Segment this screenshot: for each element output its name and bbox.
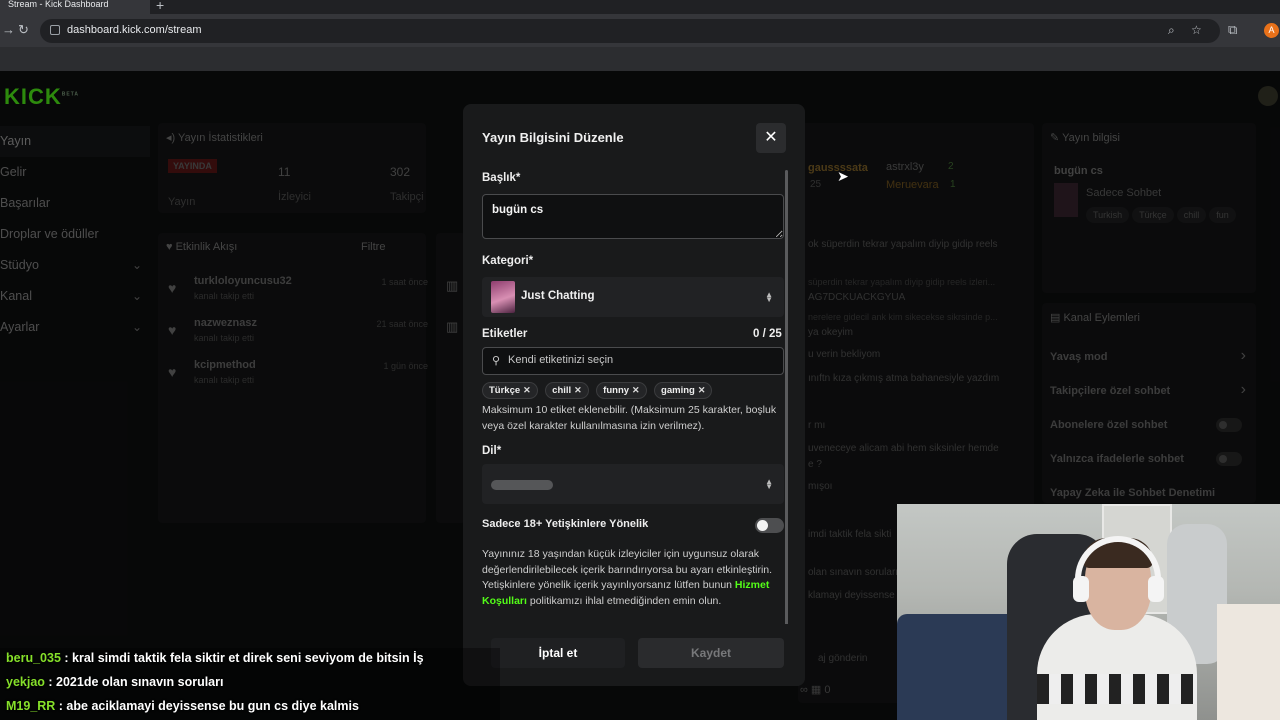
tag-label: Türkçe xyxy=(489,385,521,396)
overlay-chat-message: : kral simdi taktik fela siktir et direk… xyxy=(60,651,424,665)
browser-tab-bar: Stream - Kick Dashboard + xyxy=(0,0,1280,14)
adult-content-label: Sadece 18+ Yetişkinlere Yönelik xyxy=(482,518,649,530)
webcam-overlay xyxy=(897,504,1280,720)
webcam-shelf xyxy=(1217,604,1280,720)
forward-icon[interactable]: → xyxy=(2,22,15,37)
reload-icon[interactable]: ↻ xyxy=(18,22,29,38)
tags-input[interactable] xyxy=(508,354,768,366)
overlay-chat-message: : 2021de olan sınavın soruları xyxy=(44,675,224,689)
overlay-chat-user: yekjao xyxy=(6,675,45,689)
remove-tag-icon[interactable]: ✕ xyxy=(698,385,706,395)
category-label: Kategori* xyxy=(482,255,534,267)
stream-chat-overlay: beru_035 : kral simdi taktik fela siktir… xyxy=(0,648,500,720)
overlay-chat-line: beru_035 : kral simdi taktik fela siktir… xyxy=(6,651,424,665)
updown-icon: ▲ ▼ xyxy=(765,290,773,304)
zoom-icon[interactable]: ⌕ xyxy=(1168,23,1175,38)
category-value: Just Chatting xyxy=(521,290,595,302)
tag-label: funny xyxy=(603,385,630,396)
tag-chip: gaming ✕ xyxy=(654,382,713,399)
language-label: Dil* xyxy=(482,445,502,457)
category-thumbnail xyxy=(491,281,515,313)
new-tab-icon[interactable]: + xyxy=(156,0,164,13)
adult-content-description: Yayınınız 18 yaşından küçük izleyiciler … xyxy=(482,547,782,609)
adult-desc-text: Yayınınız 18 yaşından küçük izleyiciler … xyxy=(482,548,773,591)
title-input[interactable]: bugün cs xyxy=(482,194,784,239)
tag-chip: funny ✕ xyxy=(596,382,647,399)
updown-icon: ▲ ▼ xyxy=(765,477,773,491)
headset-ear-right xyxy=(1148,576,1164,602)
edit-stream-info-modal: Yayın Bilgisini Düzenle ✕ Başlık* bugün … xyxy=(463,104,805,686)
tags-help-text: Maksimum 10 etiket eklenebilir. (Maksimu… xyxy=(482,404,777,432)
modal-title: Yayın Bilgisini Düzenle xyxy=(482,130,624,145)
browser-divider xyxy=(0,47,1280,71)
address-bar: → ↻ dashboard.kick.com/stream ⌕ ☆ ⧉ xyxy=(0,14,1280,47)
site-info-icon[interactable] xyxy=(50,25,60,35)
adult-desc-text: politikamızı ihlal etmediğinden emin olu… xyxy=(526,594,722,607)
overlay-chat-message: : abe aciklamayi deyissense bu gun cs di… xyxy=(55,699,359,713)
language-select[interactable]: ▲ ▼ xyxy=(482,464,784,504)
browser-tab-title: Stream - Kick Dashboard xyxy=(8,0,109,9)
search-icon: ⚲ xyxy=(492,355,501,367)
tag-chip: chill ✕ xyxy=(545,382,589,399)
adult-content-toggle[interactable] xyxy=(755,518,784,533)
toggle-knob xyxy=(757,520,768,531)
url-text[interactable]: dashboard.kick.com/stream xyxy=(67,24,202,36)
modal-scrollbar[interactable] xyxy=(785,170,788,665)
close-icon: ✕ xyxy=(764,129,778,146)
language-loading-placeholder xyxy=(491,480,553,490)
category-select[interactable]: Just Chatting ▲ ▼ xyxy=(482,277,784,317)
tag-label: gaming xyxy=(661,385,695,396)
headset-ear-left xyxy=(1073,576,1089,602)
browser-tab[interactable]: Stream - Kick Dashboard xyxy=(0,0,150,14)
tag-chip: Türkçe ✕ xyxy=(482,382,538,399)
tags-label: Etiketler xyxy=(482,328,528,340)
overlay-chat-line: yekjao : 2021de olan sınavın soruları xyxy=(6,675,223,689)
remove-tag-icon[interactable]: ✕ xyxy=(523,385,531,395)
extensions-icon[interactable]: ⧉ xyxy=(1228,22,1237,38)
remove-tag-icon[interactable]: ✕ xyxy=(574,385,582,395)
overlay-chat-user: beru_035 xyxy=(6,651,61,665)
title-label: Başlık* xyxy=(482,172,521,184)
modal-footer: İptal et Kaydet xyxy=(463,624,805,686)
tag-chip-list: Türkçe ✕ chill ✕ funny ✕ gaming ✕ xyxy=(482,380,715,399)
tags-counter: 0 / 25 xyxy=(753,328,782,340)
omnibox[interactable]: dashboard.kick.com/stream ⌕ ☆ xyxy=(40,19,1220,43)
webcam-sweater-pattern xyxy=(1037,674,1197,704)
overlay-chat-user: M19_RR xyxy=(6,699,56,713)
bookmark-star-icon[interactable]: ☆ xyxy=(1191,23,1202,37)
profile-avatar[interactable]: A xyxy=(1264,23,1279,38)
close-button[interactable]: ✕ xyxy=(756,123,786,153)
cancel-button[interactable]: İptal et xyxy=(491,638,625,668)
remove-tag-icon[interactable]: ✕ xyxy=(632,385,640,395)
overlay-chat-line: M19_RR : abe aciklamayi deyissense bu gu… xyxy=(6,699,359,713)
tag-label: chill xyxy=(552,385,572,396)
tags-search-field[interactable]: ⚲ xyxy=(482,347,784,375)
mouse-cursor-icon: ➤ xyxy=(837,168,849,184)
save-button[interactable]: Kaydet xyxy=(638,638,784,668)
